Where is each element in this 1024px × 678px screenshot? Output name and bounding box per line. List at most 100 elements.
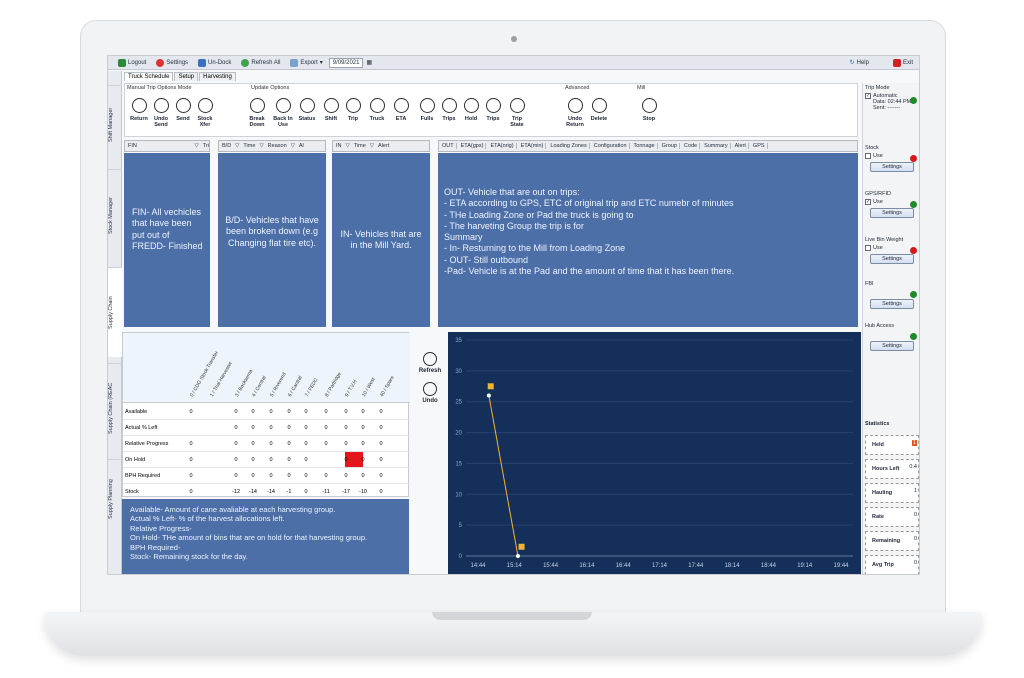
- grid-column-header[interactable]: 9 / T.V.H: [344, 379, 359, 398]
- ribbon-button-fulls[interactable]: Fulls: [415, 98, 439, 122]
- ribbon-button-hold[interactable]: Hold: [459, 98, 483, 122]
- refresh-button[interactable]: Refresh: [416, 352, 444, 374]
- x-tick-label: 18:44: [761, 563, 777, 569]
- stat-label: Hauling: [872, 490, 893, 496]
- ribbon-button-back-in-use[interactable]: Back In Use: [271, 98, 295, 128]
- exit-button[interactable]: Exit: [892, 58, 913, 67]
- grid-cell: 0: [361, 473, 365, 479]
- filter-icon[interactable]: ▽: [291, 143, 295, 149]
- grid-row-label: Relative Progress: [125, 441, 169, 447]
- grid-cell: 0: [344, 473, 348, 479]
- ribbon-button-stock-xfer[interactable]: Stock Xfer: [193, 98, 217, 128]
- col-out[interactable]: OUT: [442, 143, 457, 149]
- grid-cell: 0: [189, 441, 193, 447]
- col-eta-orig-[interactable]: ETA(orig): [490, 143, 517, 149]
- col-alert[interactable]: Al: [299, 143, 304, 149]
- legend-line: Stock- Remaining stock for the day.: [130, 551, 248, 561]
- settings-button[interactable]: Settings: [156, 58, 188, 67]
- help-button[interactable]: ↻ Help: [850, 59, 869, 67]
- ribbon-button-truck[interactable]: Truck: [365, 98, 389, 122]
- ribbon-button-trip[interactable]: Trip: [341, 98, 365, 122]
- grid-column-header[interactable]: 1 / Trial Harvester: [209, 361, 234, 398]
- ribbon-button-shift[interactable]: Shift: [319, 98, 343, 122]
- col-in[interactable]: IN: [336, 143, 342, 149]
- ribbon-button-return[interactable]: Return: [127, 98, 151, 122]
- col-eta-min-[interactable]: ETA(min): [521, 143, 547, 149]
- refresh-all-button[interactable]: Refresh All: [241, 58, 280, 67]
- col-summary[interactable]: Summary: [704, 143, 731, 149]
- fbi-settings-button[interactable]: Settings: [870, 299, 914, 309]
- grid-column-header[interactable]: 7 / FEDC: [304, 377, 319, 398]
- data-marker: [518, 543, 525, 550]
- live-bin-settings-button[interactable]: Settings: [870, 254, 914, 264]
- ribbon-button-eta[interactable]: ETA: [389, 98, 413, 122]
- grid-cell: 0: [234, 457, 238, 463]
- date-picker[interactable]: 9/09/2021: [328, 57, 364, 68]
- col-tonnage[interactable]: Tonnage: [634, 143, 658, 149]
- filter-icon[interactable]: ▽: [346, 143, 350, 149]
- ribbon-button-stop[interactable]: Stop: [637, 98, 661, 122]
- grid-cell: 0: [379, 457, 383, 463]
- ribbon-button-trips[interactable]: Trips: [481, 98, 505, 122]
- grid-column-header[interactable]: 40 / Spare: [379, 375, 396, 398]
- logout-button[interactable]: Logout: [118, 58, 146, 67]
- col-trip[interactable]: Tri: [203, 143, 209, 149]
- col-fin[interactable]: FIN: [128, 143, 137, 149]
- tab-supply-planning[interactable]: Supply Planning: [108, 459, 122, 539]
- grid-column-header[interactable]: 10 / West: [361, 377, 377, 398]
- filter-icon[interactable]: ▽: [370, 143, 374, 149]
- tab-supply-chain-reac[interactable]: Supply Chain (REAC: [108, 363, 122, 453]
- col-configuration[interactable]: Configuration: [594, 143, 630, 149]
- col-code[interactable]: Code: [684, 143, 701, 149]
- hub-settings-button[interactable]: Settings: [870, 341, 914, 351]
- ribbon-button-delete[interactable]: Delete: [587, 98, 611, 122]
- filter-icon[interactable]: ▽: [235, 143, 239, 149]
- logout-icon: [118, 58, 126, 67]
- fin-header: FIN ▽ Tri: [124, 140, 210, 152]
- col-bd[interactable]: B/D: [222, 143, 231, 149]
- legend-line: Available- Amount of cane avaliable at e…: [130, 505, 336, 514]
- filter-icon[interactable]: ▽: [259, 143, 263, 149]
- col-alert[interactable]: Alert: [378, 143, 389, 149]
- export-button[interactable]: Export ▾: [290, 58, 323, 67]
- undo-button[interactable]: Undo: [416, 382, 444, 404]
- col-reason[interactable]: Reason: [268, 143, 287, 149]
- tab-stock-manager[interactable]: Stock Manager: [108, 169, 122, 261]
- grid-column-header[interactable]: 4 / Central: [251, 375, 268, 398]
- undock-button[interactable]: Un-Dock: [198, 58, 231, 67]
- ribbon-button-status[interactable]: Status: [295, 98, 319, 122]
- grid-column-header[interactable]: 6 / Cantral: [287, 375, 304, 398]
- grid-cell: 0: [189, 489, 193, 495]
- ribbon-button-undo-send[interactable]: Undo Send: [149, 98, 173, 128]
- tab-setup[interactable]: Setup: [174, 72, 199, 81]
- grid-column-header[interactable]: 5 / Riverend: [269, 372, 288, 398]
- filter-icon[interactable]: ▽: [195, 143, 199, 149]
- ribbon-button-trip-state[interactable]: Trip State: [505, 98, 529, 128]
- tab-supply-chain[interactable]: Supply Chain: [108, 267, 122, 357]
- ribbon-button-undo-return[interactable]: Undo Return: [563, 98, 587, 128]
- ribbon-button-label: Undo Send: [153, 116, 169, 128]
- col-time[interactable]: Time: [354, 143, 366, 149]
- col-alert[interactable]: Alert: [735, 143, 749, 149]
- out-line: - ETA according to GPS, ETC of original …: [444, 198, 734, 209]
- calendar-icon[interactable]: ▦: [366, 59, 372, 66]
- ribbon-button-break-down[interactable]: Break Down: [245, 98, 269, 128]
- tab-shift-manager[interactable]: Shift Manager: [108, 85, 122, 163]
- tab-truck-schedule[interactable]: Truck Schedule: [124, 72, 174, 81]
- gps-settings-button[interactable]: Settings: [870, 208, 914, 218]
- grid-cell: 0: [269, 425, 273, 431]
- col-time[interactable]: Time: [243, 143, 255, 149]
- grid-cell: 0: [287, 473, 291, 479]
- ribbon-icon: [249, 98, 265, 113]
- y-tick-label: 10: [455, 492, 462, 498]
- ribbon-button-send[interactable]: Send: [171, 98, 195, 122]
- ribbon-button-label: Undo Return: [566, 116, 584, 128]
- col-gps[interactable]: GPS: [753, 143, 768, 149]
- col-eta-gps-[interactable]: ETA(gps): [461, 143, 487, 149]
- col-group[interactable]: Group: [662, 143, 680, 149]
- col-loading-zones[interactable]: Loading Zones: [550, 143, 590, 149]
- grid-column-header[interactable]: 8 / Partridge: [324, 371, 343, 398]
- ribbon-button-trips[interactable]: Trips: [437, 98, 461, 122]
- tab-harvesting[interactable]: Harvesting: [199, 72, 236, 81]
- stock-settings-button[interactable]: Settings: [870, 162, 914, 172]
